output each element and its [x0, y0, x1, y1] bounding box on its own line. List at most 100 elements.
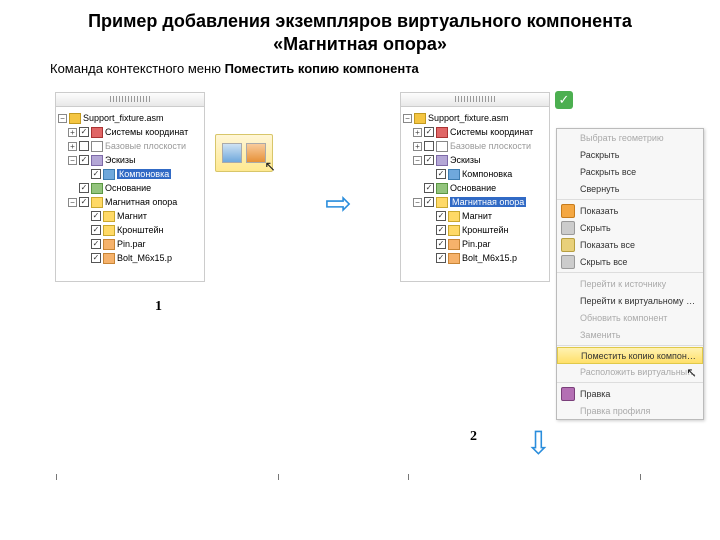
- sketch-icon: [91, 155, 103, 166]
- slide-subtitle: Команда контекстного меню Поместить копи…: [0, 57, 720, 84]
- context-menu-item[interactable]: Показать все: [557, 236, 703, 253]
- menu-item-label: Обновить компонент: [580, 313, 697, 323]
- menu-item-icon: [561, 277, 575, 291]
- tree-row[interactable]: ✓Магнит: [58, 209, 202, 223]
- tree-row[interactable]: −✓Магнитная опора: [58, 195, 202, 209]
- menu-item-icon: [561, 165, 575, 179]
- footer-ticks: [0, 472, 720, 480]
- context-menu-item[interactable]: Свернуть: [557, 180, 703, 197]
- plane-icon: [436, 141, 448, 152]
- part-icon: [103, 239, 115, 250]
- menu-item-label: Скрыть: [580, 223, 697, 233]
- menu-item-label: Перейти к источнику: [580, 279, 697, 289]
- cursor-icon: ↖: [264, 158, 276, 175]
- slide-title: Пример добавления экземпляров виртуально…: [0, 0, 720, 57]
- menu-item-icon: [561, 387, 575, 401]
- context-menu-item: Обновить компонент: [557, 309, 703, 326]
- menu-item-label: Раскрыть все: [580, 167, 697, 177]
- tree-row[interactable]: ✓Pin.par: [58, 237, 202, 251]
- coord-icon: [91, 127, 103, 138]
- context-menu-item[interactable]: Раскрыть: [557, 146, 703, 163]
- confirm-check-icon[interactable]: ✓: [555, 91, 573, 109]
- part-icon: [103, 253, 115, 264]
- menu-item-icon: [561, 131, 575, 145]
- cursor-icon: ↖: [686, 365, 697, 381]
- part-icon: [448, 253, 460, 264]
- context-menu-item[interactable]: Раскрыть все: [557, 163, 703, 180]
- arrow-down-icon: ⇩: [525, 424, 552, 462]
- tree-row[interactable]: ✓Pin.par: [403, 237, 547, 251]
- menu-item-label: Заменить: [580, 330, 697, 340]
- menu-item-label: Раскрыть: [580, 150, 697, 160]
- tooltip-icon-1: [222, 143, 242, 163]
- tree-row[interactable]: +✓Системы координат: [58, 125, 202, 139]
- menu-item-label: Скрыть все: [580, 257, 697, 267]
- context-menu-item[interactable]: Показать: [557, 202, 703, 219]
- tooltip-icon-2: [246, 143, 266, 163]
- context-menu-item: Выбрать геометрию: [557, 129, 703, 146]
- context-menu-item[interactable]: Скрыть все: [557, 253, 703, 270]
- tree-row[interactable]: ✓Bolt_M6x15.p: [403, 251, 547, 265]
- menu-item-icon: [561, 365, 575, 379]
- component-icon: [103, 169, 115, 180]
- menu-item-label: Расположить виртуальный компонент: [580, 367, 697, 377]
- assembly-icon: [69, 113, 81, 124]
- part-icon: [448, 239, 460, 250]
- tree-row[interactable]: ✓Кронштейн: [58, 223, 202, 237]
- context-menu-item[interactable]: Перейти к виртуальному компоненту: [557, 292, 703, 309]
- base-icon: [91, 183, 103, 194]
- panel-header: [56, 93, 204, 107]
- sketch-icon: [436, 155, 448, 166]
- menu-item-icon: [561, 221, 575, 235]
- tree-row[interactable]: ✓Магнит: [403, 209, 547, 223]
- hover-tooltip: ↖: [215, 134, 273, 172]
- base-icon: [436, 183, 448, 194]
- tree-row[interactable]: ✓Основание: [58, 181, 202, 195]
- menu-item-label: Выбрать геометрию: [580, 133, 697, 143]
- menu-item-icon: [561, 294, 575, 308]
- tree-row-root[interactable]: −Support_fixture.asm: [58, 111, 202, 125]
- virtual-component-icon: [448, 225, 460, 236]
- context-menu: Выбрать геометрию Раскрыть Раскрыть все Све…: [556, 128, 704, 420]
- context-menu-item: Заменить: [557, 326, 703, 343]
- tree-row[interactable]: +✓Системы координат: [403, 125, 547, 139]
- context-menu-item: Расположить виртуальный компонент: [557, 363, 703, 380]
- menu-item-icon: [561, 311, 575, 325]
- tree-row-root[interactable]: −Support_fixture.asm: [403, 111, 547, 125]
- menu-item-label: Показать все: [580, 240, 697, 250]
- tree-row[interactable]: +Базовые плоскости: [58, 139, 202, 153]
- tree-row-selected[interactable]: −✓Магнитная опора: [403, 195, 547, 209]
- virtual-component-icon: [103, 211, 115, 222]
- context-menu-item[interactable]: Правка: [557, 385, 703, 402]
- tree-panel-1: −Support_fixture.asm +✓Системы координат…: [55, 92, 205, 282]
- context-menu-item[interactable]: Скрыть: [557, 219, 703, 236]
- menu-item-icon: [561, 148, 575, 162]
- menu-item-icon: [561, 204, 575, 218]
- tree-row[interactable]: ✓Bolt_M6x15.p: [58, 251, 202, 265]
- menu-item-icon: [561, 255, 575, 269]
- menu-item-label: Поместить копию компонента: [581, 351, 696, 361]
- tree-row[interactable]: ✓Основание: [403, 181, 547, 195]
- arrow-right-icon: ⇨: [325, 184, 352, 222]
- menu-item-label: Правка профиля: [580, 406, 697, 416]
- tree-row[interactable]: ✓Кронштейн: [403, 223, 547, 237]
- menu-item-label: Перейти к виртуальному компоненту: [580, 296, 697, 306]
- menu-item-icon: [561, 238, 575, 252]
- menu-separator: [557, 345, 703, 346]
- tree-panel-2: ✓ −Support_fixture.asm +✓Системы координ…: [400, 92, 550, 282]
- component-icon: [448, 169, 460, 180]
- tree-row-selected[interactable]: ✓Компоновка: [58, 167, 202, 181]
- menu-separator: [557, 199, 703, 200]
- menu-item-label: Показать: [580, 206, 697, 216]
- context-menu-item[interactable]: Поместить копию компонента: [557, 347, 703, 364]
- tree-row[interactable]: ✓Компоновка: [403, 167, 547, 181]
- tree-row[interactable]: −✓Эскизы: [403, 153, 547, 167]
- menu-item-label: Свернуть: [580, 184, 697, 194]
- virtual-component-icon: [91, 197, 103, 208]
- tree-row[interactable]: +Базовые плоскости: [403, 139, 547, 153]
- menu-separator: [557, 272, 703, 273]
- tree-row[interactable]: −✓Эскизы: [58, 153, 202, 167]
- menu-item-icon: [561, 404, 575, 418]
- assembly-icon: [414, 113, 426, 124]
- panel-header: [401, 93, 549, 107]
